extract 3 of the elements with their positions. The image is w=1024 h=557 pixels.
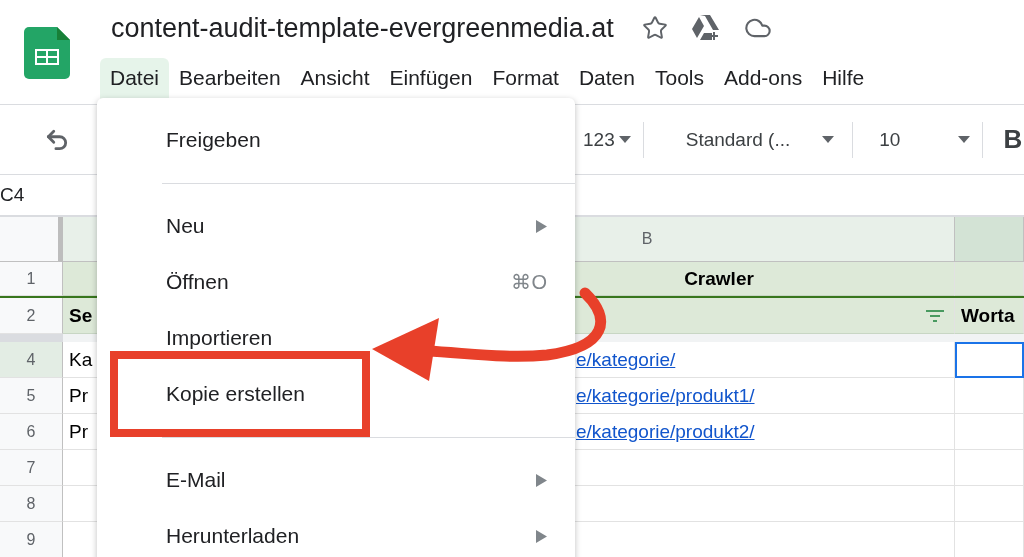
shortcut-hint: ⌘O: [511, 270, 547, 294]
document-title: content-audit-template-evergreenmedia.at: [111, 12, 614, 44]
table-cell: Worta: [955, 298, 1024, 334]
